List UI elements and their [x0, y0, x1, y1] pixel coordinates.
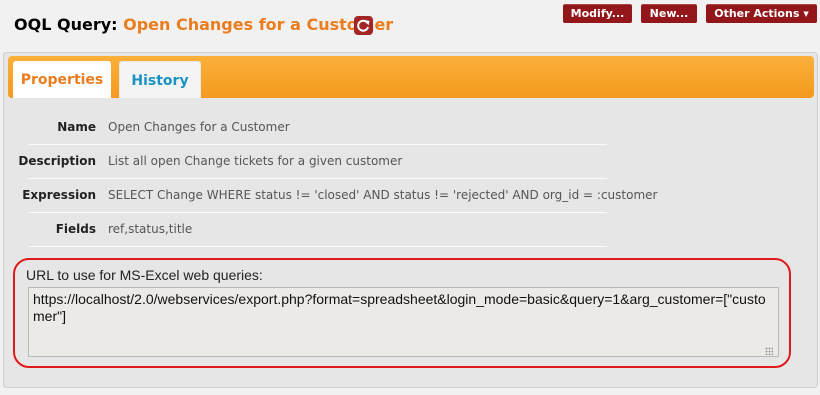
resize-grip-icon[interactable] — [765, 347, 773, 355]
page: OQL Query: Open Changes for a Customer M… — [0, 0, 820, 395]
title-object-name: Open Changes for a Customer — [123, 15, 394, 34]
property-row-expression: Expression SELECT Change WHERE status !=… — [22, 179, 657, 213]
other-actions-button[interactable]: Other Actions ▼ — [706, 4, 817, 23]
excel-url-textarea[interactable]: https://localhost/2.0/webservices/export… — [28, 287, 779, 357]
excel-query-highlight: URL to use for MS-Excel web queries: htt… — [13, 258, 791, 368]
title-prefix: OQL Query: — [14, 15, 124, 34]
details-panel: Properties History Name Open Changes for… — [3, 52, 818, 388]
tab-properties[interactable]: Properties — [13, 61, 111, 98]
property-value: ref,status,title — [108, 222, 193, 236]
modify-button[interactable]: Modify... — [563, 4, 632, 23]
property-label: Expression — [22, 188, 96, 202]
property-row-name: Name Open Changes for a Customer — [28, 111, 607, 145]
property-label: Fields — [55, 222, 96, 236]
tab-history[interactable]: History — [119, 61, 201, 98]
property-label: Name — [57, 120, 96, 134]
refresh-icon-glyph — [357, 19, 370, 32]
property-row-fields: Fields ref,status,title — [28, 213, 607, 247]
page-header: OQL Query: Open Changes for a Customer M… — [0, 0, 820, 48]
property-row-description: Description List all open Change tickets… — [18, 145, 607, 179]
other-actions-label: Other Actions — [714, 7, 800, 20]
refresh-icon[interactable] — [354, 16, 373, 35]
property-value: SELECT Change WHERE status != 'closed' A… — [108, 188, 658, 202]
new-button[interactable]: New... — [641, 4, 697, 23]
tab-bar: Properties History — [8, 56, 814, 98]
property-value: Open Changes for a Customer — [108, 120, 290, 134]
property-value: List all open Change tickets for a given… — [108, 154, 403, 168]
page-title: OQL Query: Open Changes for a Customer — [14, 15, 393, 34]
property-label: Description — [18, 154, 96, 168]
chevron-down-icon: ▼ — [803, 10, 809, 18]
excel-url-label: URL to use for MS-Excel web queries: — [26, 267, 263, 283]
